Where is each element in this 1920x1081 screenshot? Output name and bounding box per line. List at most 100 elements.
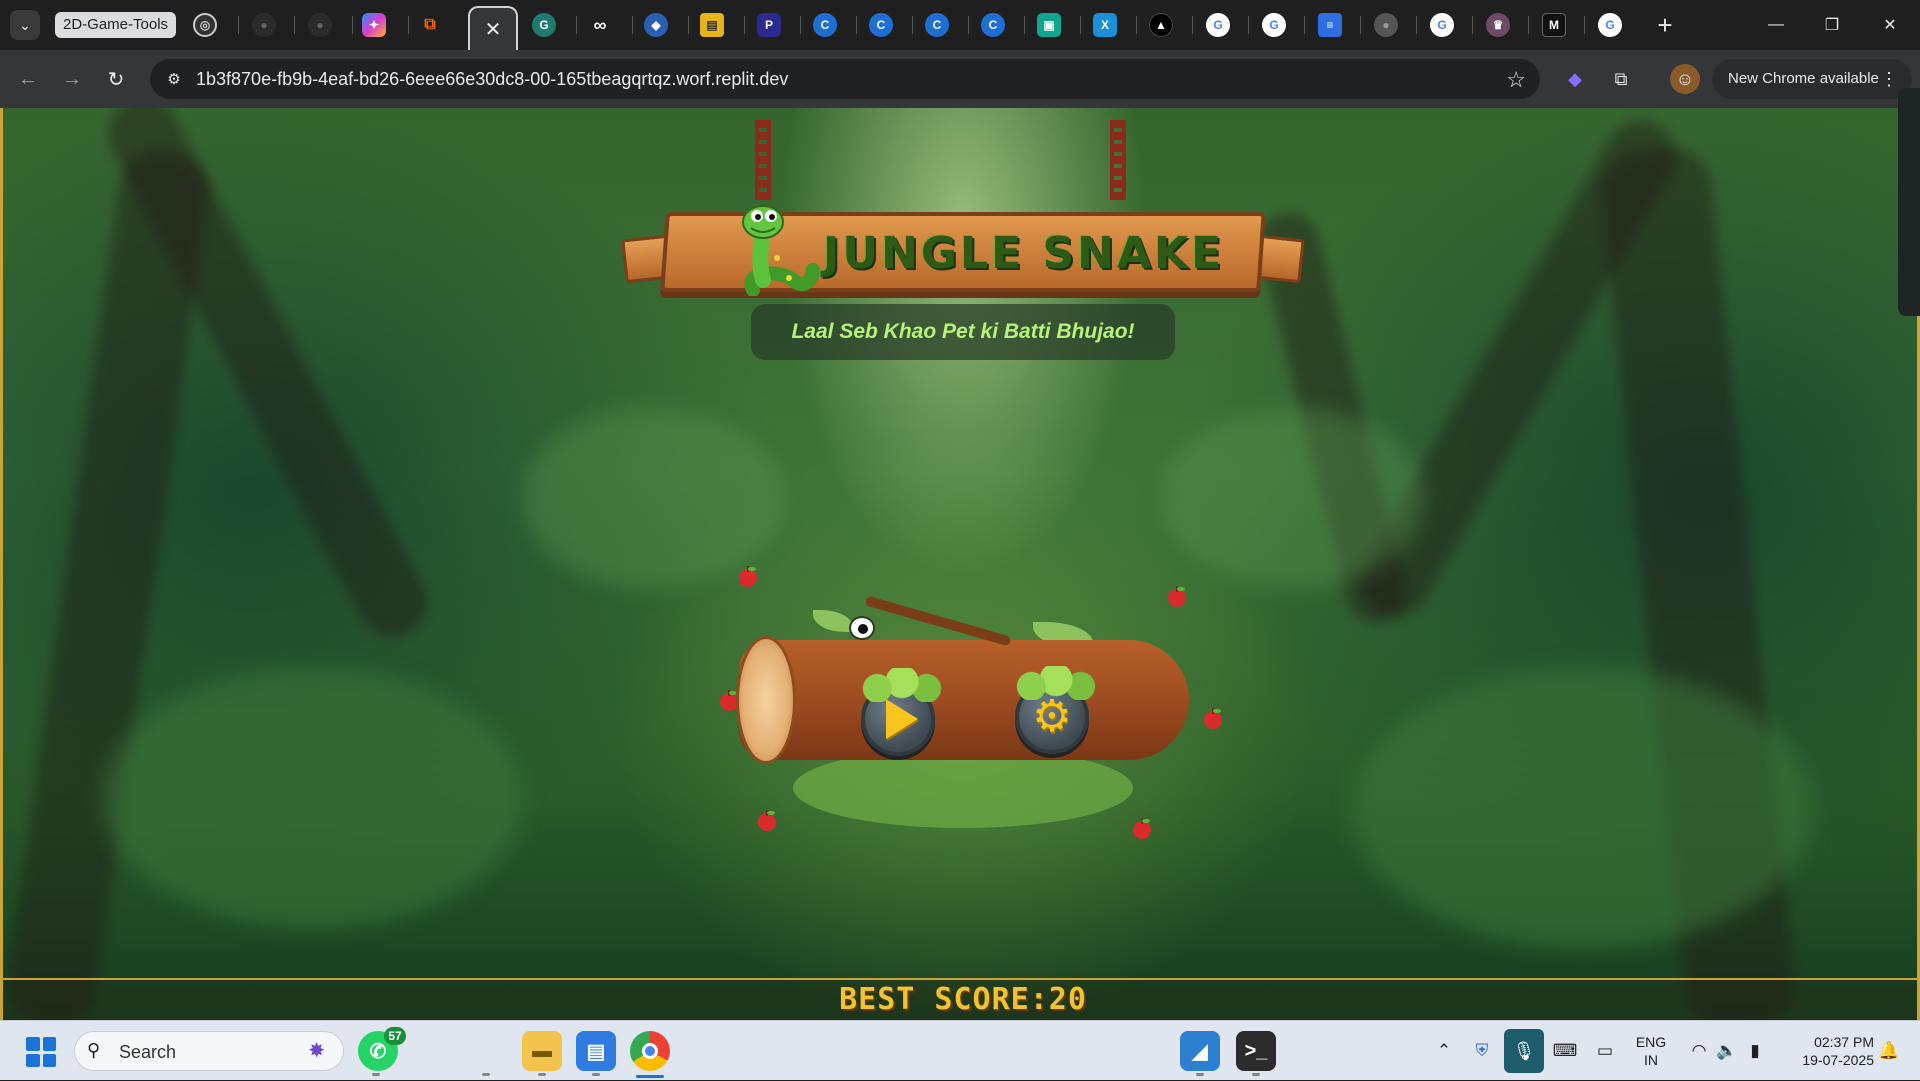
tab-separator (1024, 16, 1025, 34)
close-tab-icon[interactable]: ✕ (485, 17, 502, 42)
github-icon[interactable]: ● (252, 13, 276, 37)
running-indicator (538, 1073, 546, 1076)
tab-separator (1360, 16, 1361, 34)
address-bar[interactable]: ⚙ 1b3f870e-fb9b-4eaf-bd26-6eee66e30dc8-0… (150, 59, 1540, 99)
notification-bell-icon[interactable]: 🔔 (1874, 1021, 1904, 1081)
browser-toolbar: ← → ↻ ⚙ 1b3f870e-fb9b-4eaf-bd26-6eee66e3… (0, 50, 1920, 108)
settings-button[interactable]: ⚙ (1015, 666, 1097, 754)
tab-search-button[interactable]: ⌄ (10, 10, 40, 40)
tab-separator (1584, 16, 1585, 34)
wooden-log (739, 640, 1189, 760)
x-app-icon[interactable]: X (1093, 13, 1117, 37)
tab-separator (1416, 16, 1417, 34)
language-code: ENG (1635, 1034, 1667, 1050)
tab-separator (688, 16, 689, 34)
log-foliage (793, 748, 1133, 828)
volume-icon[interactable]: 🔈 (1714, 1021, 1740, 1081)
security-shield-icon[interactable]: ⛨ (1468, 1021, 1496, 1081)
chevron-up-icon[interactable]: ⌃ (1430, 1021, 1458, 1081)
terminal-icon[interactable]: >_ (1236, 1031, 1276, 1071)
snake-mascot-icon (742, 205, 820, 296)
infinity-icon[interactable]: ∞ (588, 13, 612, 37)
url-text[interactable]: 1b3f870e-fb9b-4eaf-bd26-6eee66e30dc8-00-… (196, 69, 788, 90)
new-tab-button[interactable]: + (1650, 10, 1680, 40)
play-button[interactable] (861, 668, 943, 756)
windows-start-icon[interactable] (26, 1037, 56, 1067)
c-app-icon[interactable]: C (981, 13, 1005, 37)
chrome-icon[interactable] (630, 1031, 670, 1071)
notepad-icon[interactable]: ▤ (576, 1031, 616, 1071)
extension-drop-icon[interactable]: ◆ (1560, 64, 1590, 94)
triangle-app-icon[interactable]: ▲ (1149, 13, 1173, 37)
game-tagline: Laal Seb Khao Pet ki Batti Bhujao! (751, 304, 1175, 360)
copilot-icon[interactable]: ✦ (362, 13, 386, 37)
perplexity-icon[interactable]: P (757, 13, 781, 37)
c-app-icon[interactable]: C (869, 13, 893, 37)
play-icon (886, 699, 918, 739)
c-app-icon[interactable]: C (925, 13, 949, 37)
wifi-icon[interactable]: ◠ (1686, 1021, 1712, 1081)
game-canvas[interactable]: JUNGLE SNAKE Laal Seb Khao Pet ki Batti … (0, 108, 1920, 1020)
replit-icon[interactable]: ⧉ (418, 13, 442, 37)
leaf-sprout (813, 610, 853, 632)
reload-icon[interactable]: ↻ (100, 63, 132, 95)
tab-separator (968, 16, 969, 34)
file-explorer-icon[interactable]: ▬ (522, 1031, 562, 1071)
restore-button[interactable]: ❐ (1804, 0, 1860, 50)
search-highlight-icon: ✸ (308, 1040, 325, 1062)
tab-separator (408, 16, 409, 34)
grid-app-icon[interactable]: ▣ (1037, 13, 1061, 37)
tab-separator (1136, 16, 1137, 34)
clock[interactable]: 02:37 PM 19-07-2025 (1784, 1033, 1874, 1069)
bush (103, 668, 523, 928)
microphone-icon[interactable]: 🎙 (1504, 1029, 1544, 1073)
side-panel-handle[interactable] (1898, 88, 1920, 316)
menu-dots-icon[interactable]: ⋮ (1880, 59, 1898, 99)
tab-group-label[interactable]: 2D-Game-Tools (55, 12, 177, 38)
running-indicator (592, 1073, 600, 1076)
log-end (736, 636, 796, 764)
language-indicator[interactable]: ENG IN (1628, 1033, 1674, 1069)
apple-icon (1168, 586, 1186, 607)
running-indicator (482, 1073, 490, 1076)
extensions-puzzle-icon[interactable]: ⧉ (1606, 64, 1636, 94)
google-icon[interactable]: G (1598, 13, 1622, 37)
apple-icon (1204, 708, 1222, 729)
keyboard-icon[interactable]: ⌨ (1550, 1021, 1580, 1081)
update-label: New Chrome available (1728, 70, 1879, 87)
chrome-update-button[interactable]: New Chrome available ⋮ (1712, 59, 1912, 99)
openai-icon[interactable]: ◎ (193, 13, 217, 37)
site-info-icon[interactable]: ⚙ (162, 67, 186, 91)
github-icon[interactable]: ● (308, 13, 332, 37)
ai-art-icon[interactable]: ♛ (1486, 13, 1510, 37)
best-score-bar: BEST SCORE:20 (3, 978, 1917, 1020)
code-icon[interactable]: ◆ (644, 13, 668, 37)
genspark-icon[interactable]: G (532, 13, 556, 37)
profile-avatar[interactable]: ☺ (1670, 64, 1700, 94)
m-app-icon[interactable]: M (1542, 13, 1566, 37)
bookmark-star-icon[interactable]: ☆ (1506, 67, 1526, 93)
tab-separator (1248, 16, 1249, 34)
language-region: IN (1644, 1052, 1658, 1068)
battery-icon[interactable]: ▮ (1742, 1021, 1768, 1081)
circle-app-icon[interactable]: ● (1374, 13, 1398, 37)
minimize-button[interactable]: — (1748, 0, 1804, 50)
close-window-button[interactable]: ✕ (1862, 0, 1918, 50)
notebook-icon[interactable]: ▤ (700, 13, 724, 37)
tablet-mode-icon[interactable]: ▭ (1590, 1021, 1620, 1081)
tab-separator (294, 16, 295, 34)
docs-icon[interactable]: ≡ (1318, 13, 1342, 37)
back-arrow-icon[interactable]: ← (12, 63, 44, 95)
clock-date: 19-07-2025 (1802, 1052, 1874, 1068)
c-app-icon[interactable]: C (813, 13, 837, 37)
google-icon[interactable]: G (1262, 13, 1286, 37)
photos-icon[interactable]: ◢ (1180, 1031, 1220, 1071)
google-icon[interactable]: G (1206, 13, 1230, 37)
tab-separator (1192, 16, 1193, 34)
active-tab[interactable]: ✕ (468, 6, 518, 50)
google-icon[interactable]: G (1430, 13, 1454, 37)
tab-separator (1528, 16, 1529, 34)
forward-arrow-icon[interactable]: → (56, 63, 88, 95)
taskbar-search[interactable]: ⚲ Search ✸ (74, 1031, 344, 1071)
whatsapp-icon[interactable]: ✆ 57 (358, 1027, 406, 1071)
